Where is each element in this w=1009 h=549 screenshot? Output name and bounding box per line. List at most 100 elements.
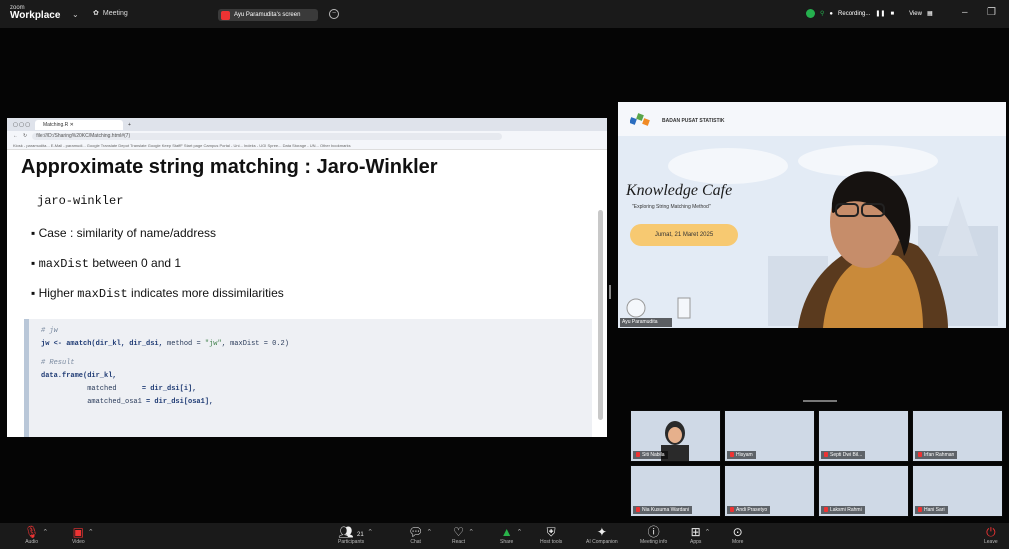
pause-recording-icon[interactable]: ❚❚	[875, 10, 885, 17]
chevron-up-icon: ⌃	[367, 529, 374, 536]
mic-muted-icon: 🎙︎	[24, 525, 40, 539]
participant-tile[interactable]: Laksmi Rahmi	[818, 465, 909, 517]
react-button[interactable]: ♡ React ⌃	[452, 525, 474, 545]
recording-icon[interactable]: ●	[829, 11, 833, 17]
chevron-up-icon: ⌃	[468, 529, 475, 536]
heart-icon: ♡	[453, 525, 464, 539]
status-area: ⚲ ● Recording... ❚❚ ■ View ▦	[806, 9, 933, 18]
view-label[interactable]: View	[909, 11, 922, 17]
recording-status[interactable]: Recording...	[838, 11, 870, 17]
participant-gallery: Siti Nabila Hisyam Septi Dwi Bil... Irfa…	[630, 410, 1008, 518]
participant-name: Nia Kusuma Wardani	[633, 506, 693, 514]
back-icon[interactable]: ←	[13, 133, 18, 139]
mic-muted-icon	[918, 507, 922, 513]
participants-icon: 👥︎ 21	[338, 525, 364, 539]
participant-tile[interactable]: Siti Nabila	[630, 410, 721, 462]
resize-handle[interactable]	[803, 400, 837, 402]
chevron-up-icon: ⌃	[42, 529, 49, 536]
participant-name: Hisyam	[727, 451, 756, 459]
ai-companion-button[interactable]: ✦ AI Companion	[586, 525, 618, 545]
participants-button[interactable]: 👥︎ 21 Participants ⌃	[338, 525, 373, 545]
meeting-info-button[interactable]: ⓘ Meeting info	[640, 525, 667, 545]
restore-icon[interactable]: ❐	[987, 7, 996, 18]
sparkle-icon: ✦	[596, 525, 607, 539]
bullet-item: ▪ maxDist between 0 and 1	[31, 256, 182, 271]
code-line: jw <- amatch(dir_kl, dir_dsi, method = "…	[41, 340, 289, 348]
meeting-toolbar: 🎙︎ Audio ⌃ ▣ Video ⌃ 👥︎ 21 Participants ⌃ 💬︎ Ch…	[0, 523, 1009, 549]
code-line: matched = dir_dsi[i],	[41, 385, 197, 393]
minimize-icon[interactable]: –	[962, 7, 968, 18]
bullet-item: ▪ Higher maxDist indicates more dissimil…	[31, 286, 284, 301]
participant-name: Siti Nabila	[633, 451, 668, 459]
mic-muted-icon	[730, 507, 734, 513]
slide-subtitle: jaro-winkler	[37, 194, 124, 208]
bps-logo-icon	[630, 113, 650, 126]
presenter-name-tag: Ayu Paramudita	[620, 318, 672, 327]
chat-icon: 💬︎	[408, 525, 424, 539]
participant-tile[interactable]: Irfan Rahman	[912, 410, 1003, 462]
mic-muted-icon	[824, 507, 828, 513]
mic-muted-icon	[636, 452, 640, 458]
participant-tile[interactable]: Nia Kusuma Wardani	[630, 465, 721, 517]
meeting-label: Meeting	[102, 9, 128, 17]
view-grid-icon[interactable]: ▦	[927, 10, 933, 17]
info-icon: ⓘ	[647, 525, 660, 539]
chevron-down-icon[interactable]: ⌄	[72, 10, 79, 19]
shield-icon: ⛨	[546, 525, 556, 539]
mic-muted-icon	[918, 452, 922, 458]
screen-share-indicator[interactable]: Ayu Paramudita's screen	[218, 9, 318, 21]
browser-window-icon: ▢ ▢ ▢	[13, 121, 30, 128]
stop-view-icon[interactable]: −	[329, 9, 339, 19]
title-bar: zoom Workplace ⌄ ✿ Meeting Ayu Paramudit…	[0, 0, 1009, 28]
participant-name: Hani Sari	[915, 506, 948, 514]
mic-muted-icon	[824, 452, 828, 458]
apps-button[interactable]: ⊞ Apps ⌃	[690, 525, 710, 545]
slide: Approximate string matching : Jaro-Winkl…	[7, 150, 607, 437]
url-field[interactable]: file:///D:/Sharing%20KC/Matching.html#(7…	[32, 132, 503, 140]
audio-button[interactable]: 🎙︎ Audio ⌃	[24, 525, 48, 545]
zoom-logo: zoom Workplace	[10, 4, 60, 21]
more-button[interactable]: ⊙ More	[732, 525, 743, 545]
bullet-item: ▪ Case : similarity of name/address	[31, 226, 216, 240]
apps-icon: ⊞	[690, 525, 701, 539]
share-button[interactable]: ▲ Share ⌃	[500, 525, 522, 545]
share-screen-icon: ▲	[500, 525, 513, 539]
splitter-handle[interactable]	[609, 285, 611, 299]
code-comment: # Result	[41, 359, 75, 367]
participant-name: Irfan Rahman	[915, 451, 958, 459]
banner-subtitle: "Exploring String Matching Method"	[632, 204, 711, 210]
participant-name: Septi Dwi Bil...	[821, 451, 866, 459]
leave-button[interactable]: ⏻ Leave	[984, 525, 998, 545]
chevron-up-icon: ⌃	[87, 529, 94, 536]
participant-name: Laksmi Rahmi	[821, 506, 865, 514]
stop-recording-icon[interactable]: ■	[890, 11, 894, 17]
participant-tile[interactable]: Septi Dwi Bil...	[818, 410, 909, 462]
banner-title: Knowledge Cafe	[626, 182, 733, 199]
screen-share-label: Ayu Paramudita's screen	[234, 12, 301, 18]
browser-address-bar: ← ↻ file:///D:/Sharing%20KC/Matching.htm…	[7, 131, 607, 141]
participant-name: Andi Prasetyo	[727, 506, 771, 514]
participant-tile[interactable]: Hisyam	[724, 410, 815, 462]
mic-muted-icon	[730, 452, 734, 458]
meeting-menu[interactable]: ✿ Meeting	[93, 9, 128, 18]
leave-icon: ⏻	[986, 525, 996, 539]
code-line: data.frame(dir_kl,	[41, 372, 117, 380]
new-tab-icon[interactable]: +	[128, 122, 131, 128]
presenter-video[interactable]: BADAN PUSAT STATISTIK Knowledge Cafe "Ex…	[618, 102, 1006, 328]
reload-icon[interactable]: ↻	[23, 133, 27, 139]
browser-tab-bar: ▢ ▢ ▢ Matching.R ✕ +	[7, 118, 607, 131]
browser-tab[interactable]: Matching.R ✕	[34, 119, 123, 130]
org-name: BADAN PUSAT STATISTIK	[662, 118, 725, 124]
video-off-icon: ▣	[72, 525, 85, 539]
participant-tile[interactable]: Hani Sari	[912, 465, 1003, 517]
bookmarks-bar[interactable]: Kiosk - paramudita... E-Mail - paramudi.…	[7, 141, 607, 150]
mic-muted-icon	[636, 507, 640, 513]
meeting-icon: ✿	[93, 10, 99, 17]
chat-button[interactable]: 💬︎ Chat ⌃	[408, 525, 432, 545]
participant-tile[interactable]: Andi Prasetyo	[724, 465, 815, 517]
scrollbar[interactable]	[598, 210, 603, 420]
video-button[interactable]: ▣ Video ⌃	[72, 525, 94, 545]
host-tools-button[interactable]: ⛨ Host tools	[540, 525, 562, 545]
more-icon: ⊙	[732, 525, 743, 539]
security-shield-icon	[806, 9, 815, 18]
